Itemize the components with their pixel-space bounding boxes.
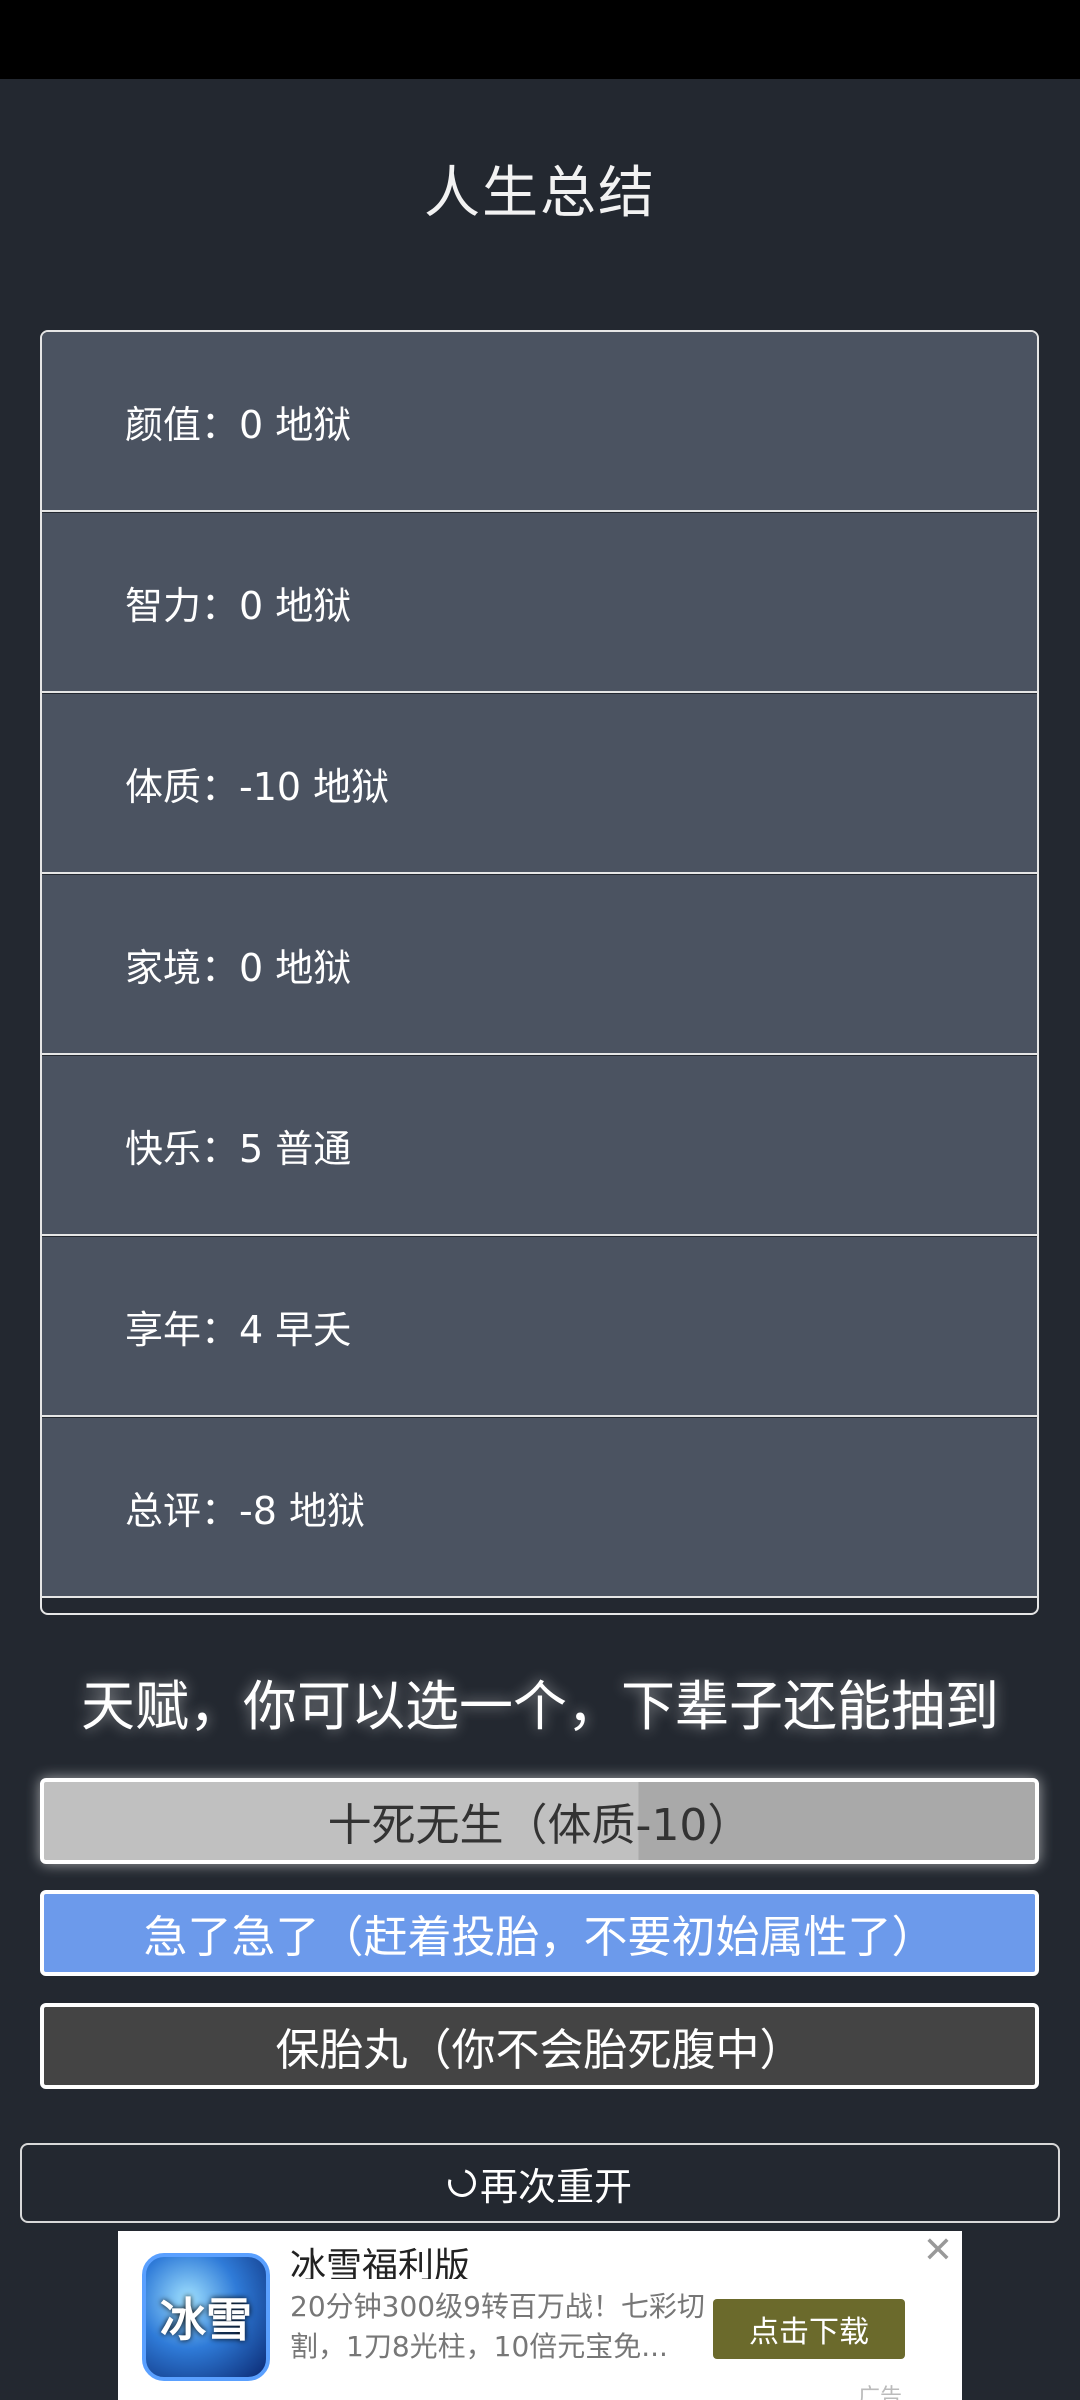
- summary-row-family: 家境：0 地狱: [42, 875, 1037, 1055]
- ad-title: 冰雪福利版: [290, 2247, 471, 2279]
- talent-option-1[interactable]: 十死无生（体质-10）: [40, 1778, 1039, 1864]
- status-bar: [0, 0, 1080, 79]
- talent-prompt: 天赋，你可以选一个，下辈子还能抽到: [81, 1675, 999, 1738]
- ad-app-icon[interactable]: 冰雪: [142, 2253, 270, 2381]
- ad-icon-text: 冰雪: [160, 2293, 252, 2347]
- restart-label: 再次重开: [479, 2164, 632, 2209]
- close-icon[interactable]: ✕: [920, 2233, 956, 2269]
- ad-banner[interactable]: 冰雪 冰雪福利版 20分钟300级9转百万战！七彩切割，1刀8光柱，10倍元宝免…: [118, 2231, 962, 2400]
- summary-row-overall: 总评：-8 地狱: [42, 1418, 1037, 1598]
- ad-description: 20分钟300级9转百万战！七彩切割，1刀8光柱，10倍元宝免...: [290, 2290, 705, 2363]
- summary-row-lifespan: 享年：4 早夭: [42, 1237, 1037, 1417]
- life-summary-list: 颜值：0 地狱 智力：0 地狱 体质：-10 地狱 家境：0 地狱 快乐：5 普…: [40, 330, 1039, 1615]
- page-title: 人生总结: [424, 161, 656, 226]
- ad-tag: 广告: [858, 2385, 903, 2400]
- summary-row-appearance: 颜值：0 地狱: [42, 332, 1037, 512]
- talent-option-2[interactable]: 急了急了（赶着投胎，不要初始属性了）: [40, 1890, 1039, 1976]
- summary-row-constitution: 体质：-10 地狱: [42, 694, 1037, 874]
- restart-button[interactable]: 再次重开: [20, 2143, 1060, 2223]
- ad-download-button[interactable]: 点击下载: [713, 2299, 905, 2359]
- talent-option-3[interactable]: 保胎丸（你不会胎死腹中）: [40, 2003, 1039, 2089]
- summary-row-happiness: 快乐：5 普通: [42, 1056, 1037, 1236]
- refresh-icon: [442, 2163, 482, 2203]
- summary-row-intelligence: 智力：0 地狱: [42, 513, 1037, 693]
